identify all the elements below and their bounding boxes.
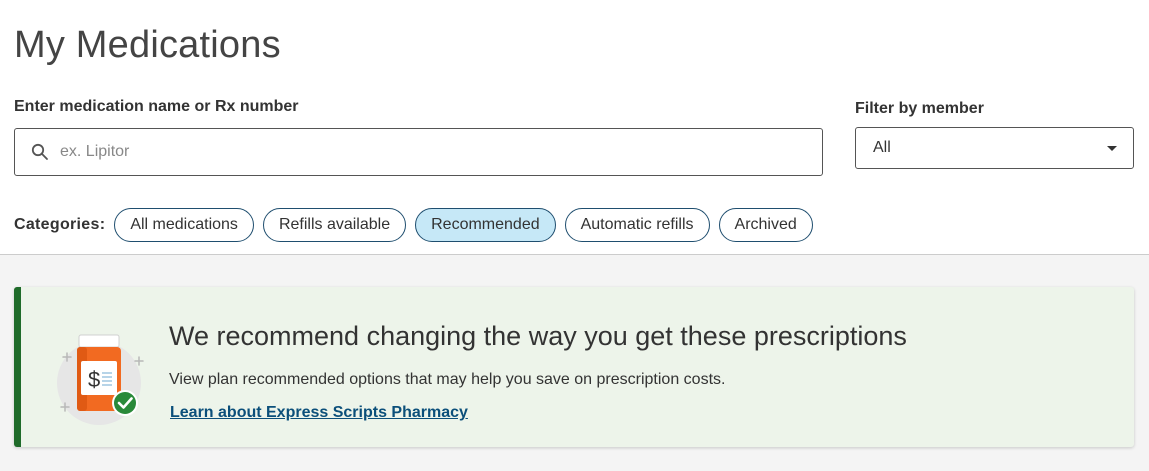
search-icon — [30, 142, 50, 162]
chevron-down-icon — [1107, 145, 1117, 151]
express-scripts-pharmacy-link[interactable]: Learn about Express Scripts Pharmacy — [170, 404, 468, 422]
categories-label: Categories: — [14, 216, 106, 233]
pill-bottle-savings-icon: $ — [57, 327, 147, 427]
category-chip-recommended[interactable]: Recommended — [415, 208, 556, 242]
category-chip-archived[interactable]: Archived — [718, 208, 813, 242]
svg-text:$: $ — [88, 367, 100, 392]
banner-description: View plan recommended options that may h… — [169, 371, 726, 388]
search-input[interactable] — [60, 129, 822, 175]
member-filter-select[interactable]: All — [855, 127, 1134, 169]
category-chip-all-medications[interactable]: All medications — [114, 208, 254, 242]
category-chip-refills-available[interactable]: Refills available — [262, 208, 407, 242]
recommendation-banner: $ We recommend changing the way you get … — [14, 287, 1134, 447]
banner-heading: We recommend changing the way you get th… — [169, 321, 907, 351]
filter-selected-value: All — [873, 139, 891, 156]
search-label: Enter medication name or Rx number — [14, 98, 299, 115]
category-chip-automatic-refills[interactable]: Automatic refills — [564, 208, 710, 242]
search-field[interactable] — [14, 128, 823, 176]
page-title: My Medications — [14, 24, 281, 66]
header-section: My Medications Enter medication name or … — [0, 0, 1149, 254]
category-filter-bar: Categories: All medications Refills avai… — [14, 208, 822, 242]
filter-label: Filter by member — [855, 100, 984, 117]
